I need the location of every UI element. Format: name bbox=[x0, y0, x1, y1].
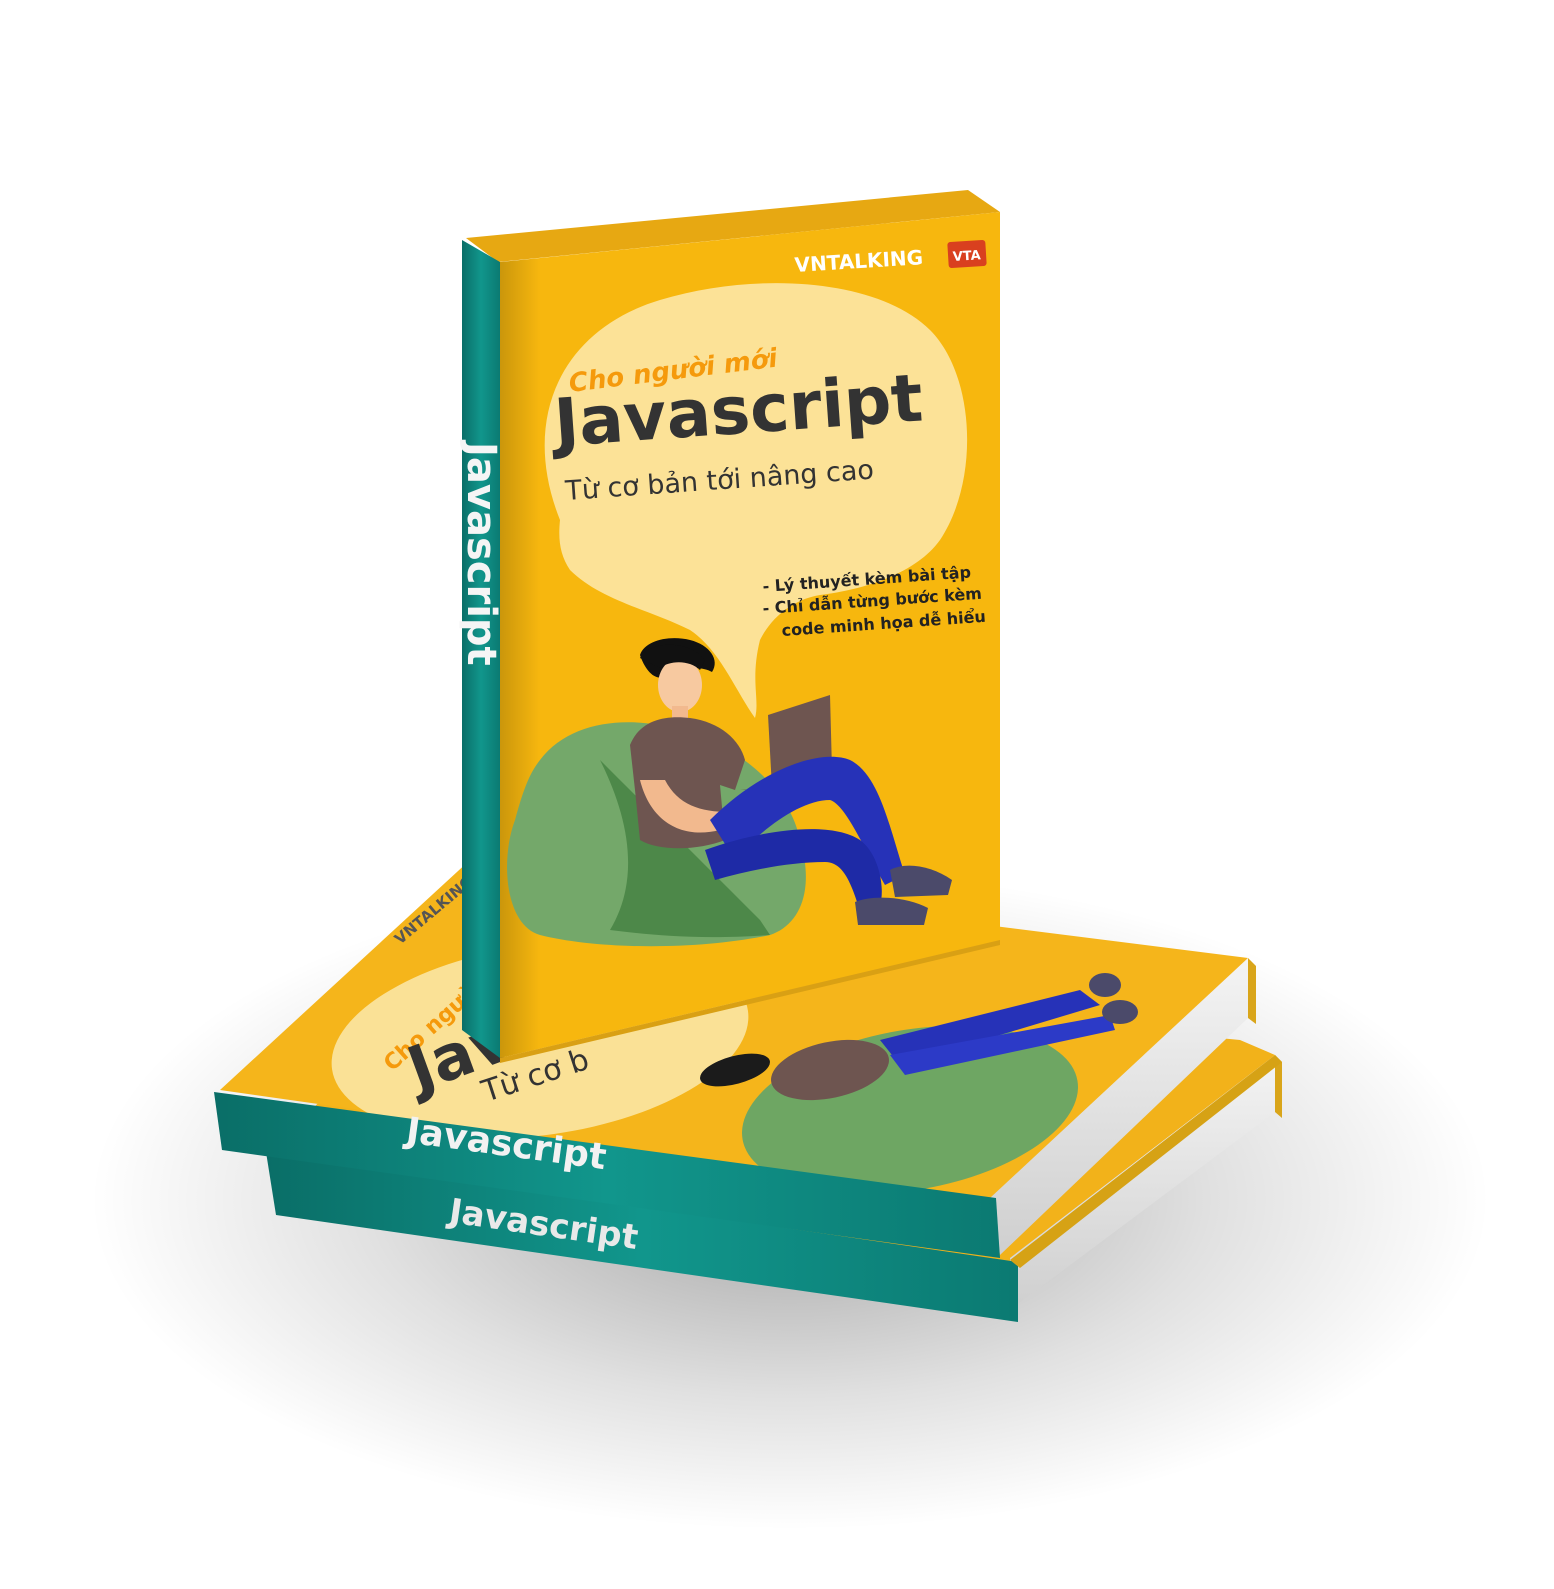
standing-book-spine-title: Javascript bbox=[458, 439, 504, 666]
standing-book: Javascript VNTALKING VTA Cho người mới J… bbox=[458, 190, 1000, 1063]
book-mockup-svg: Javascript VNTALKING Cho người mới Jav T… bbox=[90, 190, 1490, 1530]
book-mockup-scene: Javascript VNTALKING Cho người mới Jav T… bbox=[0, 0, 1554, 1589]
publisher-badge-text: VTA bbox=[952, 248, 981, 265]
